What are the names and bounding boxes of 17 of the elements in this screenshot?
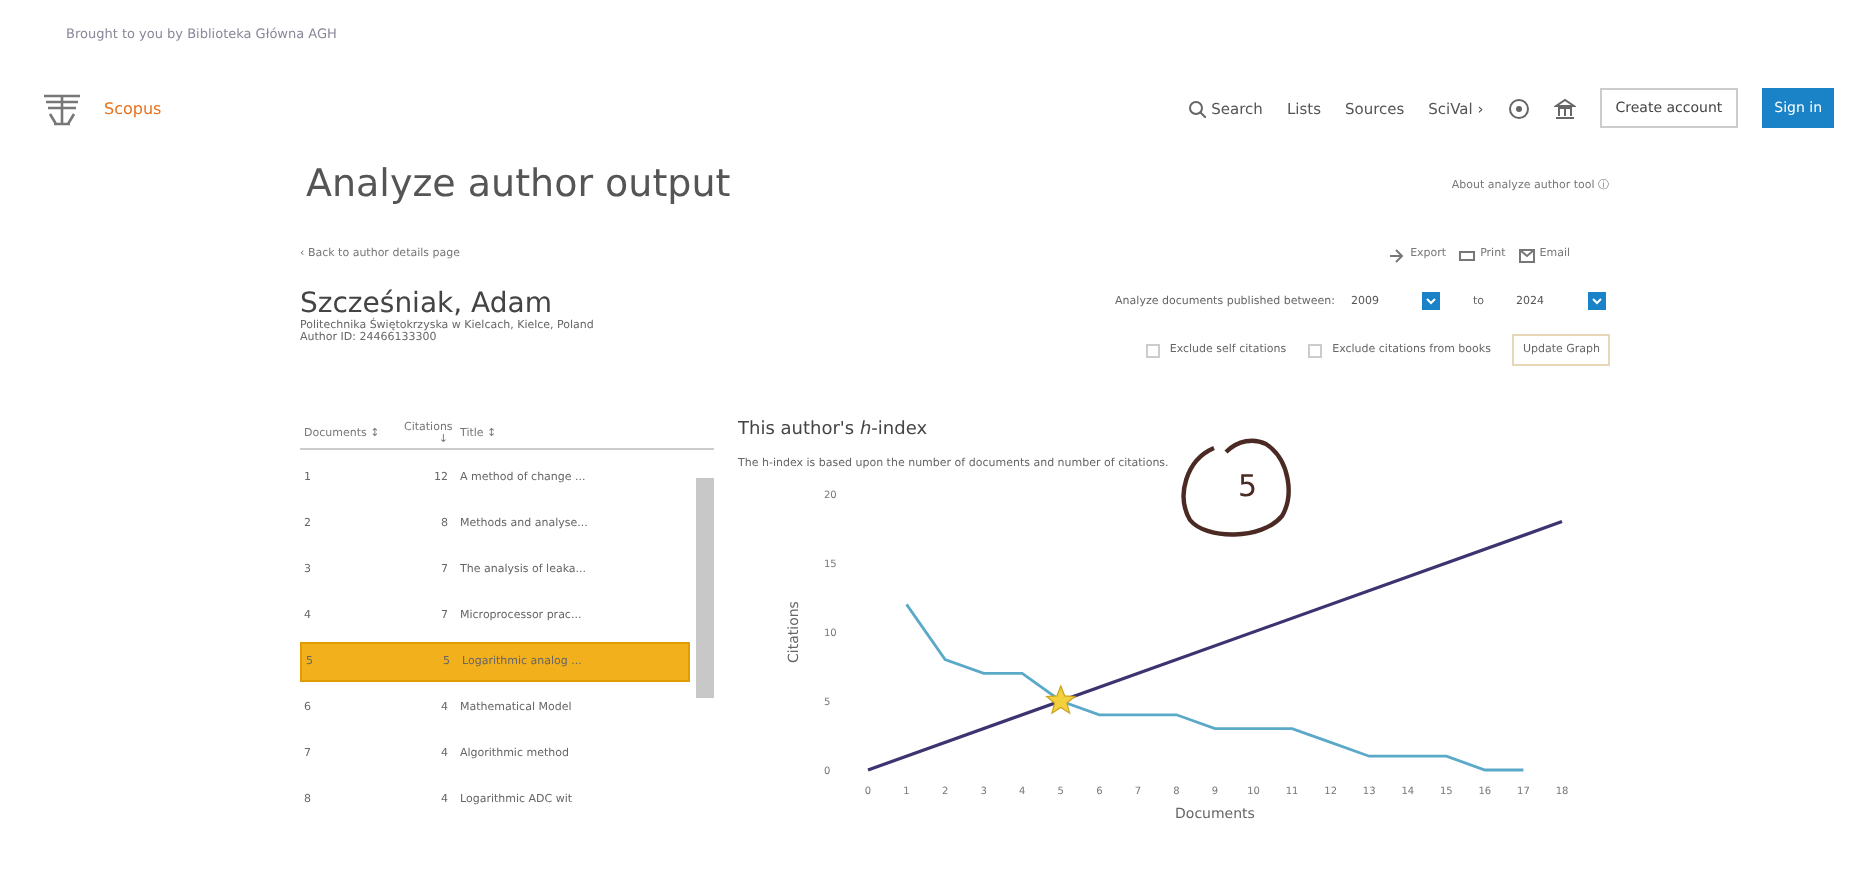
author-name: Szcześniak, Adam bbox=[300, 288, 552, 320]
scrollbar[interactable] bbox=[696, 478, 714, 698]
chart-title: This author's h-index bbox=[738, 420, 930, 440]
envelope-icon bbox=[1517, 245, 1536, 263]
chevron-down-icon bbox=[1588, 292, 1606, 310]
search-icon[interactable] bbox=[1187, 99, 1206, 117]
handwritten-number: 5 bbox=[1238, 468, 1258, 504]
checkbox[interactable] bbox=[1145, 343, 1160, 357]
page-title: Analyze author output bbox=[304, 162, 731, 206]
bank-icon[interactable] bbox=[1553, 97, 1576, 119]
arrow-icon bbox=[1388, 245, 1407, 263]
star-marker-icon bbox=[1045, 684, 1077, 715]
checkbox[interactable] bbox=[1308, 343, 1323, 357]
chevron-down-icon bbox=[1422, 292, 1441, 310]
logo-text[interactable]: Scopus bbox=[104, 99, 162, 117]
printer-icon bbox=[1458, 245, 1477, 263]
help-icon[interactable] bbox=[1507, 97, 1530, 119]
